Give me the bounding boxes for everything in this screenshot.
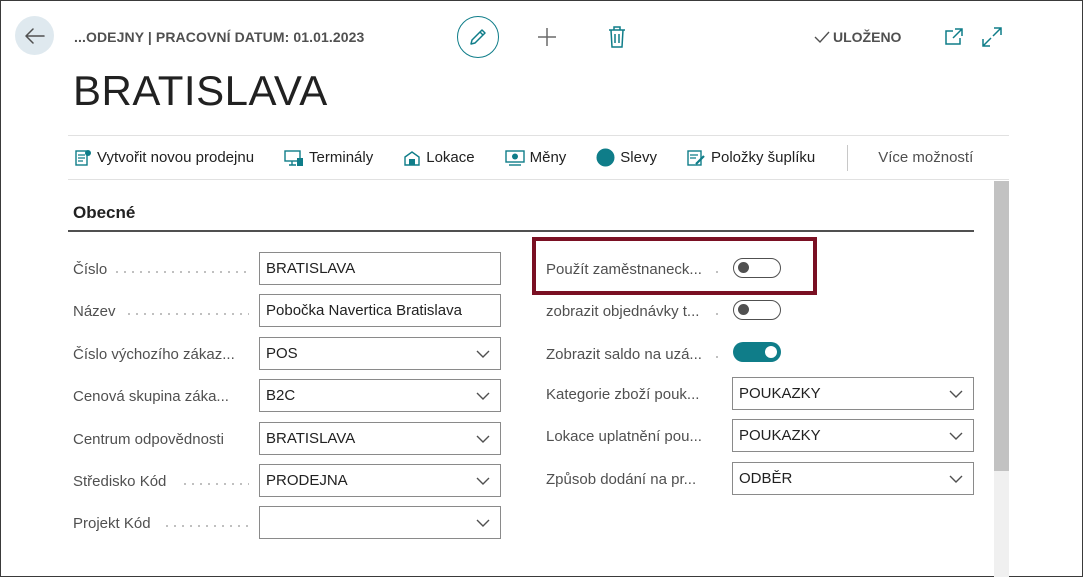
locations-label: Lokace (426, 149, 475, 166)
popout-button[interactable] (943, 26, 965, 48)
highlight-annotation-box (532, 237, 817, 295)
select-value: BRATISLAVA (266, 430, 356, 447)
locations-action[interactable]: Lokace (403, 149, 475, 167)
label-leader-dots (713, 313, 721, 315)
department-code-select[interactable]: PRODEJNA (259, 464, 501, 497)
chevron-down-icon (476, 435, 490, 443)
chevron-down-icon (949, 390, 963, 398)
chevron-down-icon (949, 475, 963, 483)
drawer-items-action[interactable]: Položky šuplíku (687, 149, 815, 167)
default-customer-select[interactable]: POS (259, 337, 501, 370)
page-title: BRATISLAVA (73, 67, 328, 114)
label-leader-dots (181, 483, 249, 485)
chevron-down-icon (476, 477, 490, 485)
delete-button[interactable] (606, 25, 628, 49)
select-value: POUKAZKY (739, 427, 821, 444)
select-value: PRODEJNA (266, 472, 348, 489)
toggle-knob (765, 346, 777, 358)
voucher-category-select[interactable]: POUKAZKY (732, 377, 974, 410)
section-divider (68, 230, 974, 232)
saved-label: ULOŽENO (833, 29, 902, 45)
label-leader-dots (125, 313, 249, 315)
label-leader-dots (163, 525, 249, 527)
currencies-action[interactable]: Měny (504, 149, 567, 167)
field-label-show-balance: Zobrazit saldo na uzá... (546, 346, 702, 363)
field-label-default-customer: Číslo výchozího zákaz... (73, 346, 235, 363)
popout-icon (945, 28, 963, 45)
saved-status: ULOŽENO (814, 29, 901, 45)
select-value: ODBĚR (739, 470, 793, 487)
drawer-edit-icon (687, 149, 705, 166)
chevron-down-icon (476, 350, 490, 358)
drawer-items-label: Položky šuplíku (710, 149, 816, 166)
discounts-action[interactable]: Slevy (596, 148, 657, 167)
page-frame: ...ODEJNY | PRACOVNÍ DATUM: 01.01.2023 U… (0, 0, 1083, 577)
terminal-icon (284, 149, 304, 166)
number-input[interactable]: BRATISLAVA (259, 252, 501, 285)
trash-icon (609, 26, 625, 48)
new-document-icon (75, 149, 91, 166)
discount-circle-icon (596, 148, 615, 167)
project-code-select[interactable] (259, 506, 501, 539)
edit-button[interactable] (457, 16, 499, 58)
chevron-down-icon (949, 432, 963, 440)
field-label-responsibility-center: Centrum odpovědnosti (73, 431, 224, 448)
field-label-delivery-method: Způsob dodání na pr... (546, 471, 697, 488)
label-leader-dots (713, 356, 721, 358)
section-title-general[interactable]: Obecné (73, 203, 135, 223)
price-group-select[interactable]: B2C (259, 379, 501, 412)
new-store-action[interactable]: Vytvořit novou prodejnu (74, 149, 254, 167)
select-value: B2C (266, 387, 296, 404)
voucher-location-select[interactable]: POUKAZKY (732, 419, 974, 452)
show-orders-toggle[interactable] (733, 300, 781, 320)
action-separator (847, 144, 849, 171)
pencil-icon (470, 29, 486, 45)
select-value: POUKAZKY (739, 385, 821, 402)
chevron-down-icon (476, 519, 490, 527)
more-options-button[interactable]: Více možností (878, 149, 973, 166)
name-input[interactable]: Pobočka Navertica Bratislava (259, 294, 501, 327)
field-label-department-code: Středisko Kód (73, 473, 167, 490)
terminals-action[interactable]: Terminály (284, 149, 373, 167)
currency-icon (504, 149, 525, 166)
chevron-down-icon (476, 392, 490, 400)
field-label-project-code: Projekt Kód (73, 515, 151, 532)
field-label-number: Číslo (73, 261, 108, 278)
label-leader-dots (113, 271, 249, 273)
toggle-knob (738, 304, 749, 315)
scrollbar-thumb[interactable] (994, 181, 1009, 471)
currencies-label: Měny (529, 149, 567, 166)
expand-icon (982, 27, 1002, 47)
field-label-price-group: Cenová skupina záka... (73, 388, 229, 405)
check-icon (814, 31, 830, 44)
field-label-voucher-category: Kategorie zboží pouk... (546, 386, 700, 403)
field-label-voucher-location: Lokace uplatnění pou... (546, 428, 702, 445)
show-balance-toggle[interactable] (733, 342, 781, 362)
back-button[interactable] (15, 16, 54, 55)
field-label-show-orders: zobrazit objednávky t... (546, 303, 700, 320)
new-button[interactable] (535, 25, 559, 49)
select-value: POS (266, 345, 298, 362)
delivery-method-select[interactable]: ODBĚR (732, 462, 974, 495)
breadcrumb: ...ODEJNY | PRACOVNÍ DATUM: 01.01.2023 (74, 29, 365, 45)
action-bar: Vytvořit novou prodejnu Terminály Lokace… (68, 135, 1009, 180)
vertical-scrollbar[interactable] (994, 181, 1009, 577)
discounts-label: Slevy (620, 149, 657, 166)
field-label-name: Název (73, 303, 116, 320)
plus-icon (538, 28, 556, 46)
new-store-label: Vytvořit novou prodejnu (97, 149, 255, 166)
warehouse-icon (404, 150, 420, 166)
expand-button[interactable] (981, 26, 1003, 48)
back-arrow-icon (24, 27, 45, 44)
responsibility-center-select[interactable]: BRATISLAVA (259, 422, 501, 455)
terminals-label: Terminály (309, 149, 374, 166)
